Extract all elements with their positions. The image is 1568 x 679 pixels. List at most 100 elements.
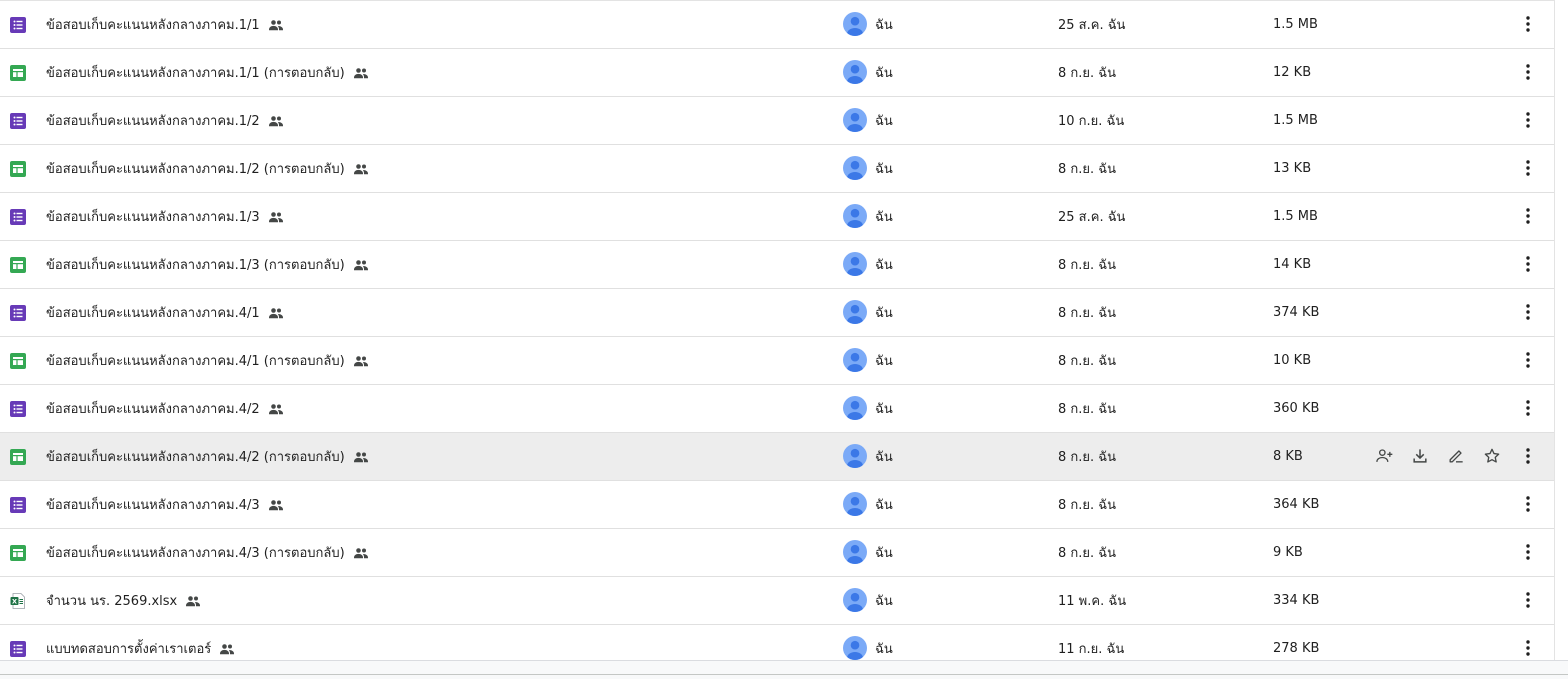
owner-avatar (843, 444, 867, 468)
more-actions-button[interactable] (1516, 444, 1540, 468)
owner-name: ฉัน (875, 498, 893, 513)
file-row[interactable]: ข้อสอบเก็บคะแนนหลังกลางภาคม.1/1 (การตอบก… (0, 49, 1554, 97)
file-row[interactable]: ข้อสอบเก็บคะแนนหลังกลางภาคม.4/1 (การตอบก… (0, 337, 1554, 385)
share-button[interactable] (1372, 444, 1396, 468)
file-name-cell[interactable]: ข้อสอบเก็บคะแนนหลังกลางภาคม.4/1 (การตอบก… (46, 337, 369, 384)
file-name-cell[interactable]: ข้อสอบเก็บคะแนนหลังกลางภาคม.4/2 (46, 385, 284, 432)
last-modified: 8 ก.ย. ฉัน (1058, 162, 1117, 177)
owner-name: ฉัน (875, 450, 893, 465)
file-name-cell[interactable]: ข้อสอบเก็บคะแนนหลังกลางภาคม.1/1 (46, 1, 284, 48)
owner-avatar (843, 204, 867, 228)
owner-avatar (843, 348, 867, 372)
more-actions-button[interactable] (1516, 204, 1540, 228)
file-row[interactable]: ข้อสอบเก็บคะแนนหลังกลางภาคม.1/2 (การตอบก… (0, 145, 1554, 193)
file-name-cell[interactable]: ข้อสอบเก็บคะแนนหลังกลางภาคม.1/3 (46, 193, 284, 240)
shared-people-icon (268, 401, 284, 417)
file-row[interactable]: ข้อสอบเก็บคะแนนหลังกลางภาคม.4/2 ฉัน 8 ก.… (0, 385, 1554, 433)
file-row[interactable]: ข้อสอบเก็บคะแนนหลังกลางภาคม.1/3 ฉัน 25 ส… (0, 193, 1554, 241)
last-modified: 8 ก.ย. ฉัน (1058, 498, 1117, 513)
last-modified: 11 พ.ค. ฉัน (1058, 594, 1127, 609)
file-row[interactable]: ข้อสอบเก็บคะแนนหลังกลางภาคม.1/1 ฉัน 25 ส… (0, 1, 1554, 49)
file-name: ข้อสอบเก็บคะแนนหลังกลางภาคม.4/1 (การตอบก… (46, 354, 345, 369)
rename-button[interactable] (1444, 444, 1468, 468)
owner-avatar (843, 396, 867, 420)
more-actions-button[interactable] (1516, 636, 1540, 660)
file-row[interactable]: ข้อสอบเก็บคะแนนหลังกลางภาคม.4/1 ฉัน 8 ก.… (0, 289, 1554, 337)
last-modified: 8 ก.ย. ฉัน (1058, 402, 1117, 417)
bottom-divider (0, 674, 1568, 675)
file-size: 374 KB (1273, 305, 1320, 320)
file-name-cell[interactable]: ข้อสอบเก็บคะแนนหลังกลางภาคม.4/2 (การตอบก… (46, 433, 369, 480)
file-row[interactable]: ข้อสอบเก็บคะแนนหลังกลางภาคม.1/2 ฉัน 10 ก… (0, 97, 1554, 145)
more-vert-icon (1516, 156, 1540, 180)
shared-people-icon (268, 305, 284, 321)
file-name: ข้อสอบเก็บคะแนนหลังกลางภาคม.4/2 (การตอบก… (46, 450, 345, 465)
more-actions-button[interactable] (1516, 108, 1540, 132)
more-vert-icon (1516, 300, 1540, 324)
owner-name: ฉัน (875, 162, 893, 177)
more-actions-button[interactable] (1516, 492, 1540, 516)
more-vert-icon (1516, 636, 1540, 660)
shared-people-icon (353, 161, 369, 177)
star-button[interactable] (1480, 444, 1504, 468)
shared-people-icon (185, 593, 201, 609)
sheets-file-icon (10, 257, 26, 273)
owner-avatar (843, 60, 867, 84)
more-vert-icon (1516, 348, 1540, 372)
row-hover-actions (1372, 444, 1504, 468)
file-row[interactable]: แบบทดสอบการตั้งค่าเราเตอร์ ฉัน 11 ก.ย. ฉ… (0, 625, 1554, 660)
star-icon (1482, 446, 1502, 466)
more-vert-icon (1516, 108, 1540, 132)
more-actions-button[interactable] (1516, 300, 1540, 324)
download-button[interactable] (1408, 444, 1432, 468)
file-name: ข้อสอบเก็บคะแนนหลังกลางภาคม.4/3 (การตอบก… (46, 546, 345, 561)
file-size: 8 KB (1273, 449, 1303, 464)
shared-people-icon (268, 113, 284, 129)
more-actions-button[interactable] (1516, 156, 1540, 180)
more-actions-button[interactable] (1516, 60, 1540, 84)
more-vert-icon (1516, 60, 1540, 84)
download-icon (1410, 446, 1430, 466)
more-actions-button[interactable] (1516, 396, 1540, 420)
owner-name: ฉัน (875, 402, 893, 417)
file-row[interactable]: ข้อสอบเก็บคะแนนหลังกลางภาคม.4/3 (การตอบก… (0, 529, 1554, 577)
file-name-cell[interactable]: ข้อสอบเก็บคะแนนหลังกลางภาคม.1/2 (46, 97, 284, 144)
sheets-file-icon (10, 65, 26, 81)
sheets-file-icon (10, 449, 26, 465)
more-vert-icon (1516, 252, 1540, 276)
owner-name: ฉัน (875, 642, 893, 657)
file-row[interactable]: ข้อสอบเก็บคะแนนหลังกลางภาคม.1/3 (การตอบก… (0, 241, 1554, 289)
more-actions-button[interactable] (1516, 12, 1540, 36)
shared-people-icon (353, 353, 369, 369)
file-name-cell[interactable]: ข้อสอบเก็บคะแนนหลังกลางภาคม.4/1 (46, 289, 284, 336)
more-actions-button[interactable] (1516, 348, 1540, 372)
file-size: 12 KB (1273, 65, 1312, 80)
more-actions-button[interactable] (1516, 540, 1540, 564)
shared-people-icon (268, 209, 284, 225)
forms-file-icon (10, 209, 26, 225)
last-modified: 8 ก.ย. ฉัน (1058, 546, 1117, 561)
owner-avatar (843, 300, 867, 324)
file-name: ข้อสอบเก็บคะแนนหลังกลางภาคม.4/3 (46, 498, 260, 513)
file-name-cell[interactable]: ข้อสอบเก็บคะแนนหลังกลางภาคม.1/3 (การตอบก… (46, 241, 369, 288)
file-name-cell[interactable]: แบบทดสอบการตั้งค่าเราเตอร์ (46, 625, 235, 660)
file-name-cell[interactable]: ข้อสอบเก็บคะแนนหลังกลางภาคม.1/2 (การตอบก… (46, 145, 369, 192)
file-name: จำนวน นร. 2569.xlsx (46, 594, 178, 609)
file-row[interactable]: X จำนวน นร. 2569.xlsx ฉัน 11 พ.ค. ฉัน 33… (0, 577, 1554, 625)
last-modified: 8 ก.ย. ฉัน (1058, 354, 1117, 369)
forms-file-icon (10, 17, 26, 33)
file-row[interactable]: ข้อสอบเก็บคะแนนหลังกลางภาคม.4/2 (การตอบก… (0, 433, 1554, 481)
file-size: 1.5 MB (1273, 17, 1318, 32)
file-name-cell[interactable]: ข้อสอบเก็บคะแนนหลังกลางภาคม.4/3 (การตอบก… (46, 529, 369, 576)
more-vert-icon (1516, 540, 1540, 564)
owner-avatar (843, 156, 867, 180)
file-name-cell[interactable]: ข้อสอบเก็บคะแนนหลังกลางภาคม.4/3 (46, 481, 284, 528)
file-name-cell[interactable]: ข้อสอบเก็บคะแนนหลังกลางภาคม.1/1 (การตอบก… (46, 49, 369, 96)
more-actions-button[interactable] (1516, 252, 1540, 276)
file-name-cell[interactable]: จำนวน นร. 2569.xlsx (46, 577, 201, 624)
file-size: 14 KB (1273, 257, 1312, 272)
more-actions-button[interactable] (1516, 588, 1540, 612)
file-name: ข้อสอบเก็บคะแนนหลังกลางภาคม.1/3 (การตอบก… (46, 258, 345, 273)
owner-name: ฉัน (875, 546, 893, 561)
file-row[interactable]: ข้อสอบเก็บคะแนนหลังกลางภาคม.4/3 ฉัน 8 ก.… (0, 481, 1554, 529)
